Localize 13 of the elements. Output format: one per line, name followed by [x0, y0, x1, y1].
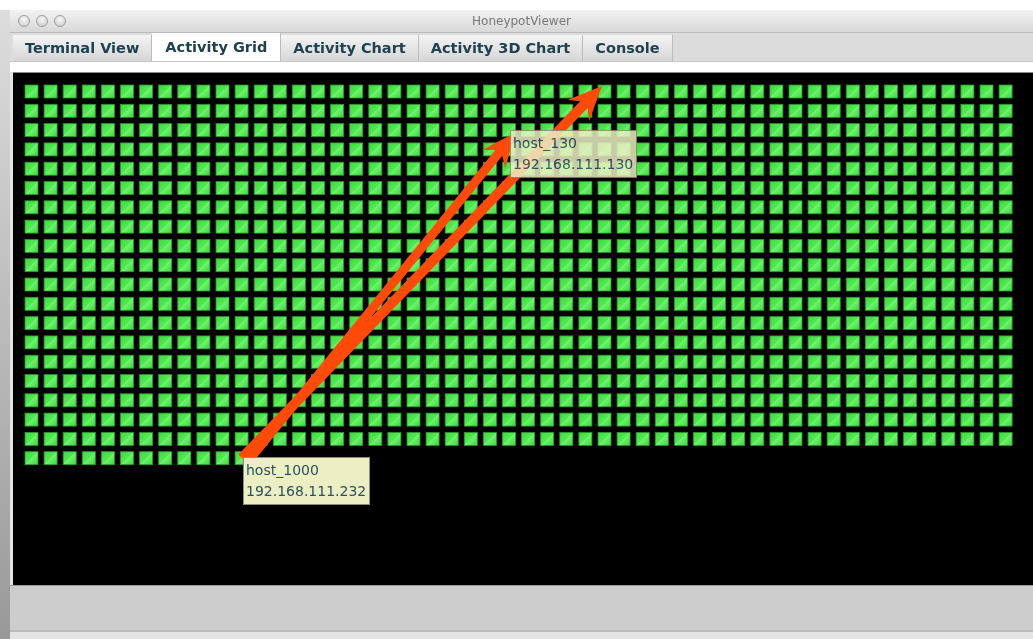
host-address: 192.168.111.232 [246, 482, 367, 501]
tab[interactable]: Activity 3D Chart [418, 35, 584, 61]
window-title: HoneypotViewer [472, 14, 571, 28]
host-name: host_130 [513, 134, 578, 153]
host-address: 192.168.111.130 [513, 155, 634, 174]
host-name: host_1000 [246, 461, 320, 480]
window-control-button[interactable] [36, 15, 48, 27]
window-control-button[interactable] [18, 15, 30, 27]
window-control-button[interactable] [54, 15, 66, 27]
tab[interactable]: Activity Chart [281, 35, 419, 61]
tab[interactable]: Activity Grid [152, 33, 282, 61]
tab[interactable]: Console [583, 35, 673, 61]
tab[interactable]: Terminal View [13, 35, 153, 61]
